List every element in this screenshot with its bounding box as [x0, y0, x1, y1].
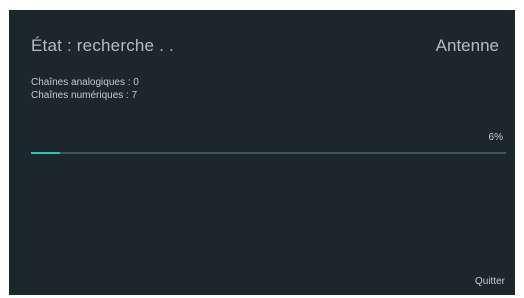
quit-button[interactable]: Quitter — [475, 276, 505, 287]
progress-bar — [31, 152, 506, 154]
scan-status-title: État : recherche . . — [31, 36, 174, 55]
progress-percent: 6% — [488, 132, 503, 143]
channel-scan-screen: État : recherche . . Antenne Chaînes ana… — [9, 10, 515, 295]
digital-channels-count: Chaînes numériques : 7 — [31, 90, 138, 101]
channel-counts: Chaînes analogiques : 0 Chaînes numériqu… — [31, 76, 139, 102]
analog-channels-count: Chaînes analogiques : 0 — [31, 77, 139, 88]
progress-bar-fill — [31, 152, 60, 154]
source-label: Antenne — [435, 36, 499, 55]
